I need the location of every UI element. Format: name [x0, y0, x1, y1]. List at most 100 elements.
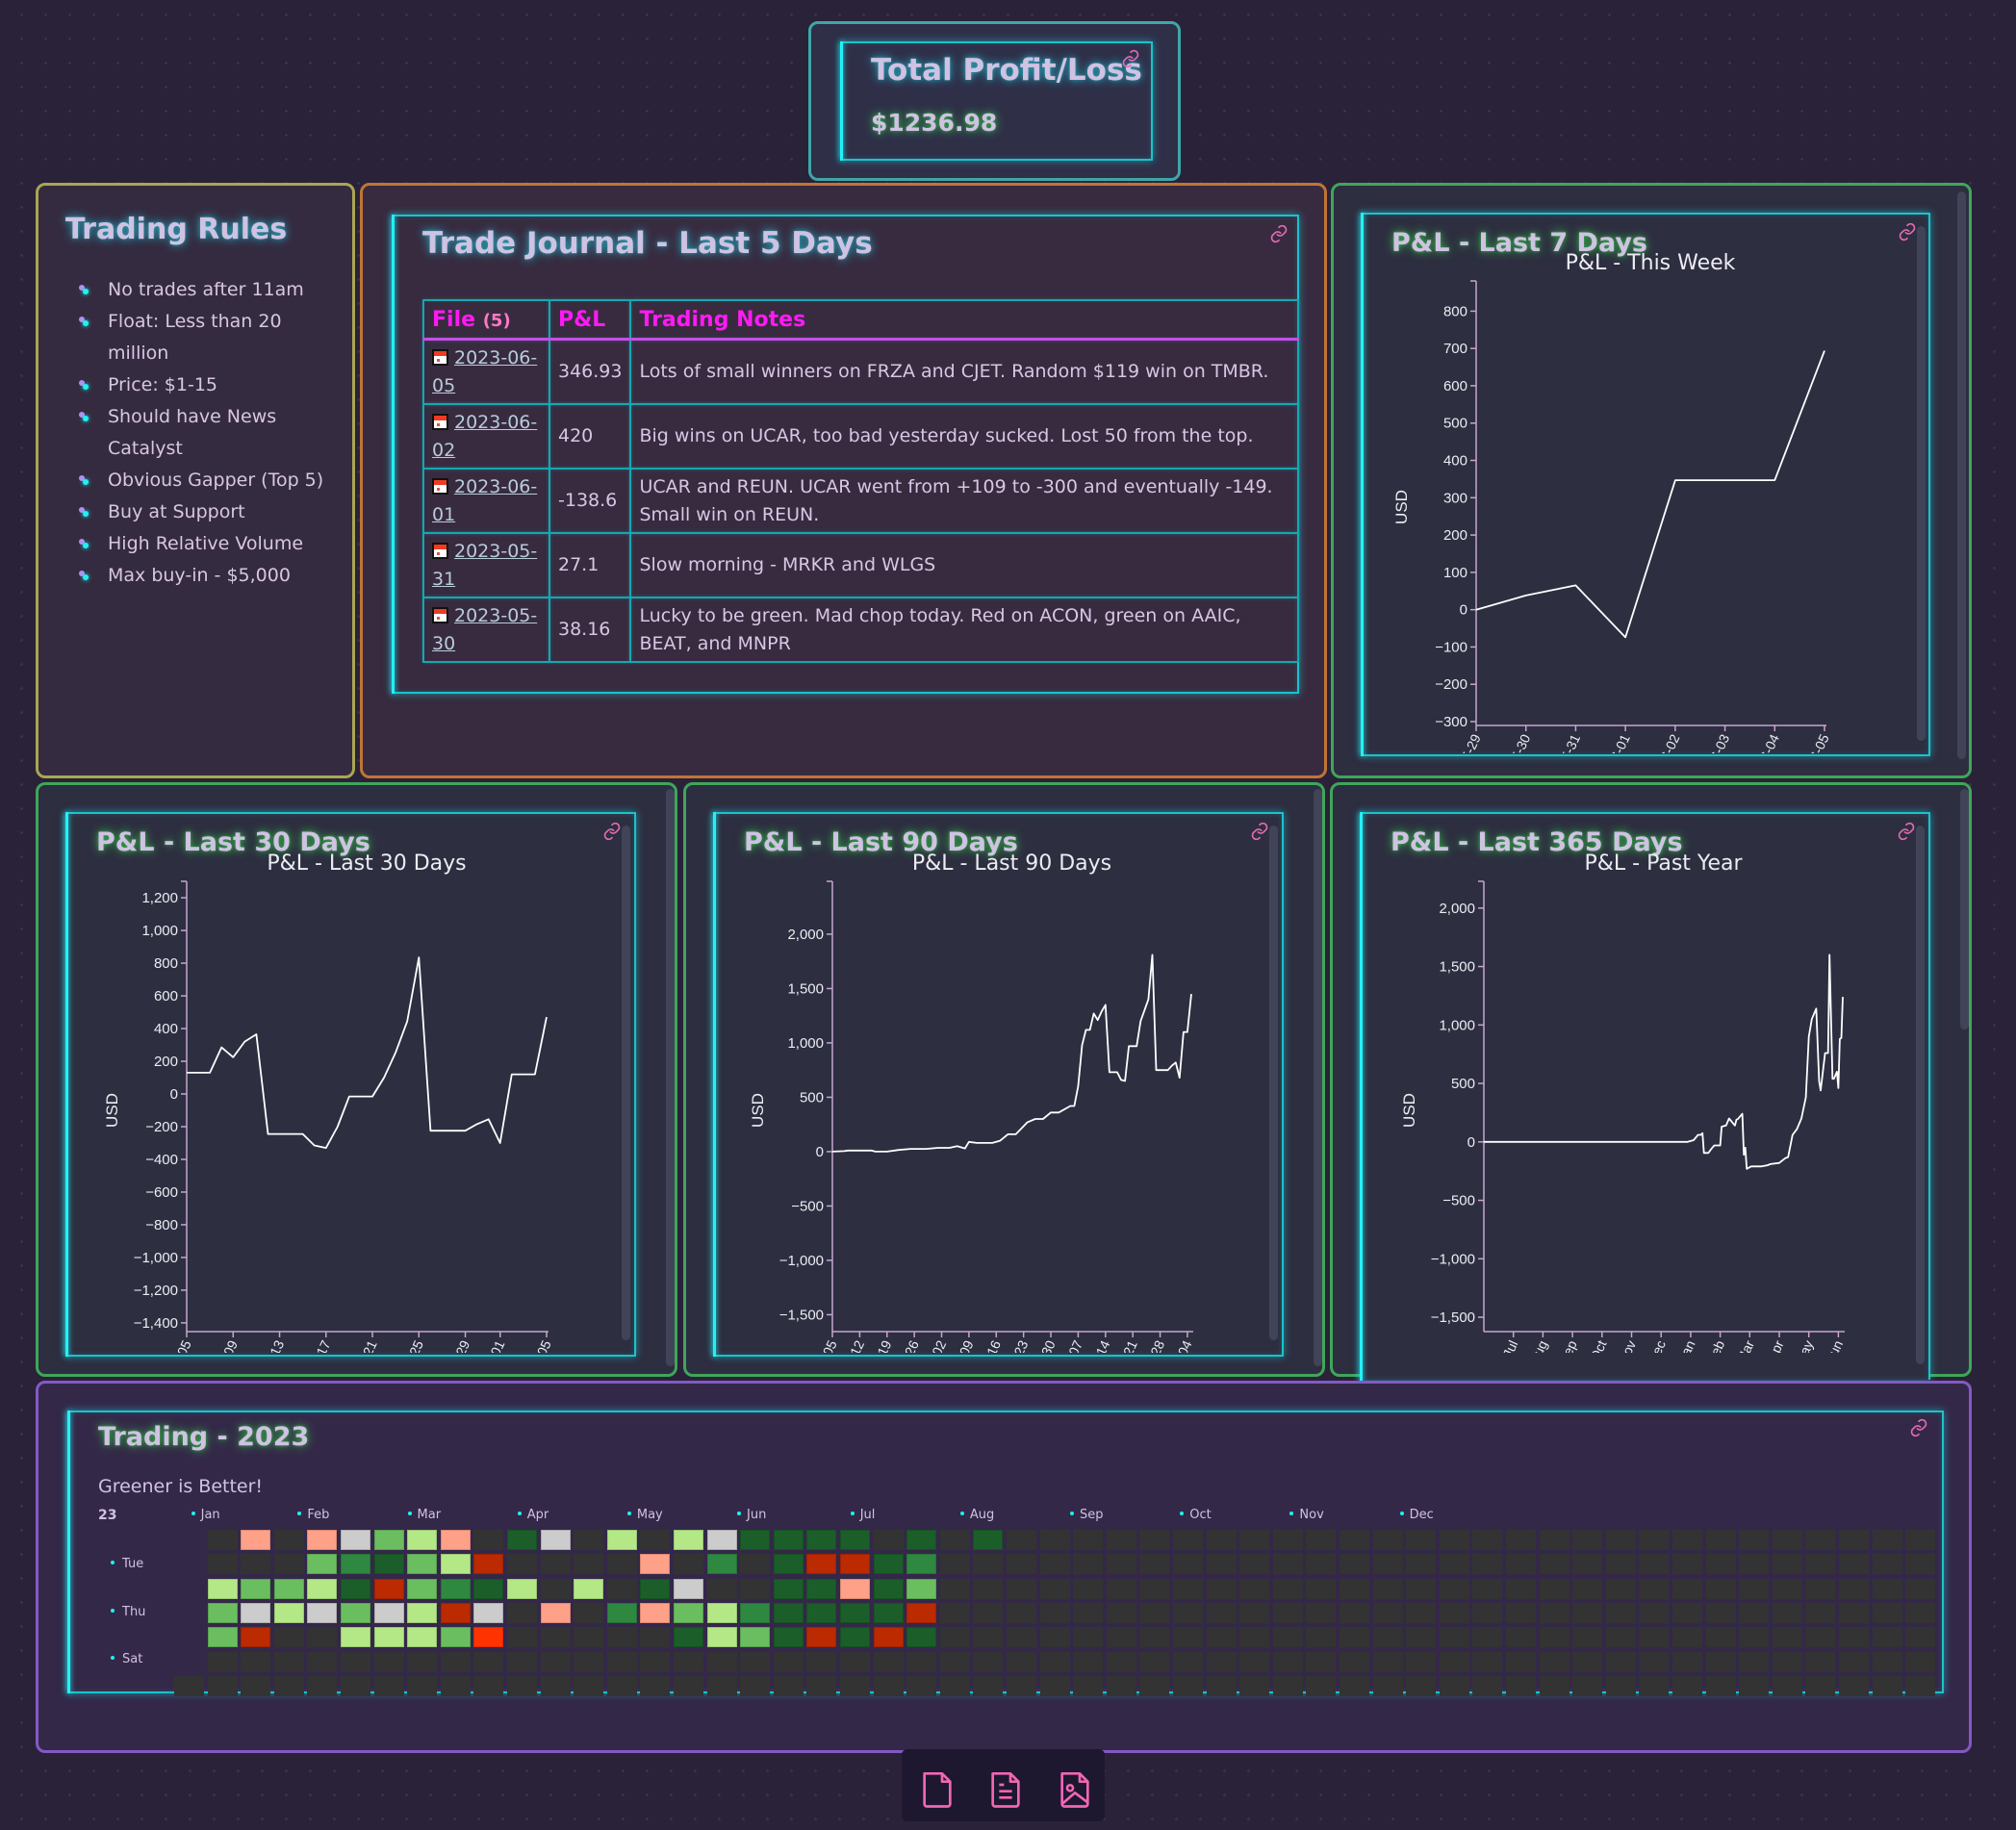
- heatmap-day-cell[interactable]: [1306, 1651, 1337, 1672]
- heatmap-day-cell[interactable]: [1239, 1675, 1270, 1696]
- scrollbar[interactable]: [1269, 826, 1278, 1340]
- heatmap-day-cell[interactable]: [1539, 1675, 1569, 1696]
- heatmap-day-cell[interactable]: [674, 1651, 703, 1672]
- heatmap-day-cell[interactable]: [473, 1554, 504, 1575]
- heatmap-day-cell[interactable]: [1605, 1530, 1636, 1550]
- heatmap-day-cell[interactable]: [1506, 1627, 1536, 1648]
- heatmap-day-cell[interactable]: [1805, 1651, 1836, 1672]
- heatmap-day-cell[interactable]: [1239, 1627, 1270, 1648]
- heatmap-day-cell[interactable]: [773, 1651, 804, 1672]
- heatmap-day-cell[interactable]: [1605, 1675, 1636, 1696]
- heatmap-day-cell[interactable]: [1439, 1578, 1469, 1599]
- heatmap-day-cell[interactable]: [207, 1627, 238, 1648]
- heatmap-day-cell[interactable]: [1007, 1627, 1036, 1648]
- heatmap-day-cell[interactable]: [1073, 1675, 1104, 1696]
- heatmap-day-cell[interactable]: [1340, 1530, 1369, 1550]
- heatmap-day-cell[interactable]: [840, 1651, 870, 1672]
- heatmap-day-cell[interactable]: [341, 1675, 370, 1696]
- heatmap-day-cell[interactable]: [273, 1578, 304, 1599]
- heatmap-day-cell[interactable]: [1372, 1675, 1403, 1696]
- heatmap-day-cell[interactable]: [1539, 1651, 1569, 1672]
- heatmap-day-cell[interactable]: [1073, 1554, 1104, 1575]
- heatmap-day-cell[interactable]: [1239, 1602, 1270, 1623]
- heatmap-day-cell[interactable]: [973, 1675, 1004, 1696]
- heatmap-day-cell[interactable]: [241, 1578, 271, 1599]
- heatmap-day-cell[interactable]: [1272, 1578, 1303, 1599]
- heatmap-day-cell[interactable]: [1073, 1651, 1104, 1672]
- heatmap-day-cell[interactable]: [740, 1530, 771, 1550]
- heatmap-day-cell[interactable]: [640, 1651, 671, 1672]
- heatmap-day-cell[interactable]: [1506, 1675, 1536, 1696]
- heatmap-day-cell[interactable]: [740, 1578, 771, 1599]
- heatmap-day-cell[interactable]: [440, 1578, 471, 1599]
- heatmap-day-cell[interactable]: [1772, 1554, 1802, 1575]
- column-header-notes[interactable]: Trading Notes: [629, 299, 1299, 341]
- heatmap-day-cell[interactable]: [1639, 1578, 1670, 1599]
- file-link[interactable]: 2023-05-30: [432, 605, 537, 654]
- heatmap-day-cell[interactable]: [1539, 1627, 1569, 1648]
- heatmap-day-cell[interactable]: [1572, 1554, 1603, 1575]
- heatmap-day-cell[interactable]: [939, 1675, 970, 1696]
- heatmap-day-cell[interactable]: [241, 1627, 271, 1648]
- heatmap-day-cell[interactable]: [1805, 1602, 1836, 1623]
- heatmap-day-cell[interactable]: [507, 1627, 537, 1648]
- heatmap-day-cell[interactable]: [507, 1651, 537, 1672]
- heatmap-day-cell[interactable]: [1805, 1578, 1836, 1599]
- heatmap-day-cell[interactable]: [341, 1554, 370, 1575]
- heatmap-day-cell[interactable]: [540, 1651, 571, 1672]
- heatmap-day-cell[interactable]: [1007, 1554, 1036, 1575]
- heatmap-day-cell[interactable]: [1406, 1651, 1437, 1672]
- heatmap-day-cell[interactable]: [1705, 1578, 1736, 1599]
- heatmap-day-cell[interactable]: [1272, 1602, 1303, 1623]
- heatmap-day-cell[interactable]: [407, 1651, 438, 1672]
- heatmap-day-cell[interactable]: [1872, 1554, 1902, 1575]
- heatmap-day-cell[interactable]: [407, 1554, 438, 1575]
- heatmap-day-cell[interactable]: [1406, 1627, 1437, 1648]
- heatmap-day-cell[interactable]: [341, 1602, 370, 1623]
- heatmap-day-cell[interactable]: [1139, 1602, 1170, 1623]
- heatmap-day-cell[interactable]: [1705, 1554, 1736, 1575]
- heatmap-day-cell[interactable]: [540, 1530, 571, 1550]
- heatmap-day-cell[interactable]: [1472, 1578, 1503, 1599]
- heatmap-day-cell[interactable]: [1572, 1627, 1603, 1648]
- heatmap-day-cell[interactable]: [606, 1530, 637, 1550]
- heatmap-day-cell[interactable]: [1106, 1651, 1136, 1672]
- heatmap-day-cell[interactable]: [574, 1675, 604, 1696]
- heatmap-day-cell[interactable]: [273, 1651, 304, 1672]
- heatmap-day-cell[interactable]: [1805, 1675, 1836, 1696]
- heatmap-day-cell[interactable]: [640, 1530, 671, 1550]
- heatmap-day-cell[interactable]: [806, 1602, 837, 1623]
- heatmap-day-cell[interactable]: [1039, 1578, 1070, 1599]
- heatmap-day-cell[interactable]: [674, 1675, 703, 1696]
- heatmap-day-cell[interactable]: [1340, 1602, 1369, 1623]
- heatmap-day-cell[interactable]: [873, 1627, 904, 1648]
- heatmap-day-cell[interactable]: [1039, 1675, 1070, 1696]
- heatmap-day-cell[interactable]: [1672, 1602, 1702, 1623]
- heatmap-day-cell[interactable]: [1905, 1578, 1936, 1599]
- heatmap-day-cell[interactable]: [1839, 1530, 1869, 1550]
- heatmap-day-cell[interactable]: [1139, 1627, 1170, 1648]
- heatmap-day-cell[interactable]: [1272, 1530, 1303, 1550]
- heatmap-day-cell[interactable]: [1039, 1627, 1070, 1648]
- heatmap-day-cell[interactable]: [273, 1627, 304, 1648]
- heatmap-day-cell[interactable]: [473, 1627, 504, 1648]
- heatmap-day-cell[interactable]: [341, 1651, 370, 1672]
- heatmap-day-cell[interactable]: [740, 1627, 771, 1648]
- heatmap-day-cell[interactable]: [1139, 1578, 1170, 1599]
- heatmap-day-cell[interactable]: [1472, 1530, 1503, 1550]
- heatmap-day-cell[interactable]: [1073, 1530, 1104, 1550]
- heatmap-day-cell[interactable]: [1406, 1530, 1437, 1550]
- heatmap-day-cell[interactable]: [207, 1554, 238, 1575]
- heatmap-day-cell[interactable]: [1872, 1675, 1902, 1696]
- heatmap-day-cell[interactable]: [1672, 1530, 1702, 1550]
- heatmap-day-cell[interactable]: [574, 1530, 604, 1550]
- heatmap-day-cell[interactable]: [606, 1554, 637, 1575]
- heatmap-day-cell[interactable]: [273, 1554, 304, 1575]
- heatmap-day-cell[interactable]: [1306, 1554, 1337, 1575]
- heatmap-day-cell[interactable]: [1772, 1530, 1802, 1550]
- heatmap-day-cell[interactable]: [1073, 1578, 1104, 1599]
- heatmap-day-cell[interactable]: [1306, 1578, 1337, 1599]
- heatmap-day-cell[interactable]: [1372, 1627, 1403, 1648]
- heatmap-day-cell[interactable]: [1639, 1530, 1670, 1550]
- heatmap-day-cell[interactable]: [1672, 1627, 1702, 1648]
